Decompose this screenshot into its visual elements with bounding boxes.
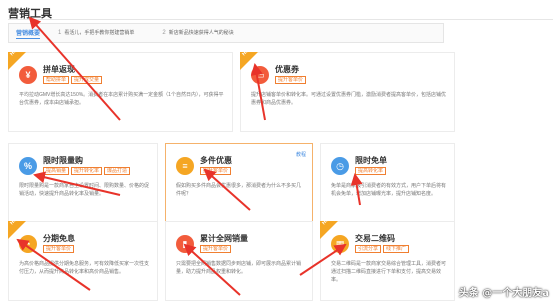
tool-name[interactable]: 分期免息	[43, 233, 75, 244]
tool-desc: 免单是商家吸引消费者的有效方式，用户下单后将有机会免单，增加店铺曝光率，提升店铺…	[331, 183, 447, 197]
tool-desc: 只需要把全网销售数据同步到店铺，即可展示商品累计销量，助力提升商品权重和转化。	[176, 261, 302, 275]
guide-bar: 营销概要 1 看活儿，手把手教你搭建营销单 2 新店新品快速获得人气的秘诀	[8, 23, 444, 43]
guide-step-2[interactable]: 2 新店新品快速获得人气的秘诀	[162, 30, 248, 36]
money-icon: ¥	[19, 66, 37, 84]
tool-name[interactable]: 累计全网销量	[200, 233, 248, 244]
tool-desc: 为高价格商品提供分期免息服务，可有效降低买家一次性支付压力，从而提升商品转化率和…	[19, 261, 150, 275]
tool-tag: 提升客单价	[200, 245, 232, 253]
clock-icon: ◷	[331, 157, 349, 175]
tool-desc: 提升店铺客单价和转化率。可通过设置优惠券门槛，激励消费者提高客单价，包括店铺优惠…	[251, 92, 447, 106]
guide-step-number: 2	[162, 30, 166, 36]
installment-icon: ◔	[19, 235, 37, 253]
tool-tag: 提升客单价	[200, 167, 232, 175]
tool-name[interactable]: 限时免单	[355, 155, 387, 166]
tool-desc: 交易二维码是一款商家交易综合管理工具，消费者可通过扫描二维码直接进行下单和支付，…	[331, 261, 447, 283]
tool-name[interactable]: 交易二维码	[355, 233, 395, 244]
tool-tag: 提升客单价	[275, 76, 307, 84]
tool-name[interactable]: 限时限量购	[43, 155, 83, 166]
guide-tag[interactable]: 营销概要	[16, 28, 41, 39]
tool-card-qrcode[interactable]: HOT ▦ 交易二维码 引流分享 线下推广 交易二维码是一款商家交易综合管理工具…	[320, 215, 455, 301]
tool-tag: 帮助拼单	[43, 76, 70, 84]
tool-card-free-order[interactable]: ◷ 限时免单 提高转化率 免单是商家吸引消费者的有效方式，用户下单后将有机会免单…	[320, 143, 455, 223]
tool-name[interactable]: 拼单返现	[43, 64, 75, 75]
tool-card-multi-discount[interactable]: 教程 ≡ 多件优惠 提升客单价 假如购买多件商品会优惠很多，那消费者为什么不多买…	[165, 143, 313, 223]
guide-step-number: 1	[58, 30, 62, 36]
chart-icon: ▮	[176, 235, 194, 253]
tool-name[interactable]: 多件优惠	[200, 155, 232, 166]
tool-card-installment[interactable]: HOT ◔ 分期免息 提升客单价 为高价格商品提供分期免息服务，可有效降低买家一…	[8, 215, 158, 301]
ticket-icon: ▭	[251, 66, 269, 84]
tool-desc: 假如购买多件商品会优惠很多，那消费者为什么不多买几件呢？	[176, 183, 302, 197]
tool-tag: 提升成交量	[71, 76, 103, 84]
percent-icon: %	[19, 157, 37, 175]
tool-card-flash-sale[interactable]: % 限时限量购 提高销量 提升转化率 爆品打造 限时限量购是一款商家自主设置时间…	[8, 143, 158, 223]
tool-card-total-sales[interactable]: ▮ 累计全网销量 提升客单价 只需要把全网销售数据同步到店铺，即可展示商品累计销…	[165, 221, 313, 301]
guide-step-text[interactable]: 看活儿，手把手教你搭建营销单	[64, 30, 144, 36]
tool-desc: 平均拉动GMV增长高达150%。消费者在本店累计购买满一定金额（1个自然日内），…	[19, 92, 224, 106]
tool-tag: 爆品打造	[104, 167, 131, 175]
qrcode-icon: ▦	[331, 235, 349, 253]
watermark: 头条 @一个大朋友a	[458, 288, 549, 299]
layers-icon: ≡	[176, 157, 194, 175]
tool-desc: 限时限量购是一款商家自主设置时间、限购数量、价格的促销活动，快速提升商品转化率及…	[19, 183, 150, 197]
tool-card-pindan-fanxian[interactable]: HOT ¥ 拼单返现 帮助拼单 提升成交量 平均拉动GMV增长高达150%。消费…	[8, 46, 233, 132]
tool-tag: 提升转化率	[71, 167, 103, 175]
tool-tag: 提升客单价	[43, 245, 75, 253]
tool-name[interactable]: 优惠券	[275, 64, 299, 75]
tool-tag: 线下推广	[383, 245, 410, 253]
guide-step-1[interactable]: 1 看活儿，手把手教你搭建营销单	[58, 30, 144, 36]
title-divider	[8, 19, 553, 20]
tool-tag: 引流分享	[355, 245, 382, 253]
tool-card-coupon[interactable]: HOT ▭ 优惠券 提升客单价 提升店铺客单价和转化率。可通过设置优惠券门槛，激…	[240, 46, 455, 132]
tutorial-link[interactable]: 教程	[296, 151, 306, 158]
tool-tag: 提高转化率	[355, 167, 387, 175]
tool-tag: 提高销量	[43, 167, 70, 175]
guide-step-text[interactable]: 新店新品快速获得人气的秘诀	[169, 30, 249, 36]
